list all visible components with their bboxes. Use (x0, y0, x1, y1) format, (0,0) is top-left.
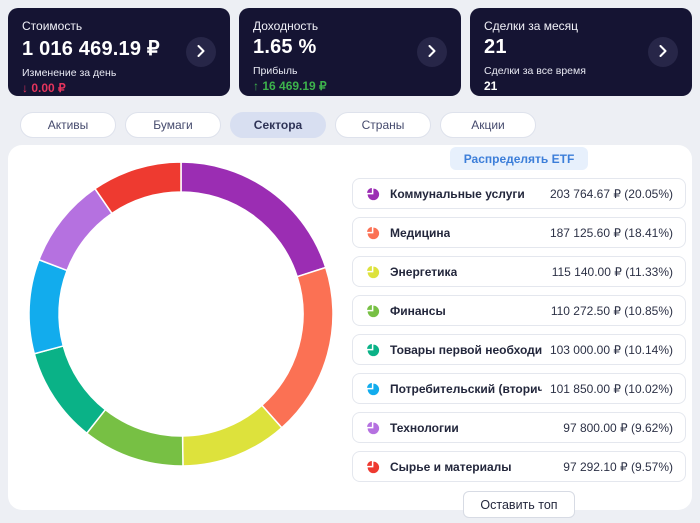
card-title: Сделки за месяц (484, 19, 579, 33)
sector-value: 103 000.00 ₽ (10.14%) (549, 342, 673, 357)
sector-row[interactable]: Медицина 187 125.60 ₽ (18.41%) (352, 217, 686, 248)
pie-chart-icon (365, 303, 380, 318)
sector-row[interactable]: Финансы 110 272.50 ₽ (10.85%) (352, 295, 686, 326)
sector-row[interactable]: Потребительский (вторичн... 101 850.00 ₽… (352, 373, 686, 404)
sector-label: Коммунальные услуги (390, 186, 525, 201)
sector-label: Финансы (390, 303, 446, 318)
card-details-button[interactable] (648, 37, 678, 67)
card-title: Доходность (253, 19, 319, 33)
pie-chart-icon (365, 225, 380, 240)
card-details-button[interactable] (186, 37, 216, 67)
sector-value: 187 125.60 ₽ (18.41%) (549, 225, 673, 240)
portfolio-dashboard: Стоимость 1 016 469.19 ₽ Изменение за де… (0, 0, 700, 523)
keep-top-button[interactable]: Оставить топ (463, 491, 575, 518)
card-yield: Доходность 1.65 % Прибыль ↑ 16 469.19 ₽ (239, 8, 461, 96)
card-sub-label: Изменение за день (22, 67, 117, 79)
chevron-right-icon (197, 44, 205, 60)
content-panel: Распределять ETF Коммунальные услуги 203… (8, 145, 692, 518)
top-button-row: Оставить топ (352, 491, 686, 518)
card-sub-label: Прибыль (253, 65, 298, 77)
etf-button-row: Распределять ETF (352, 147, 686, 177)
card-sub-value: ↓ 0.00 ₽ (22, 81, 66, 95)
sector-value: 97 800.00 ₽ (9.62%) (563, 420, 673, 435)
tab-countries[interactable]: Страны (335, 112, 431, 138)
pie-chart-icon (365, 186, 380, 201)
summary-cards: Стоимость 1 016 469.19 ₽ Изменение за де… (8, 8, 692, 96)
card-portfolio-value: Стоимость 1 016 469.19 ₽ Изменение за де… (8, 8, 230, 96)
category-tabs: Активы Бумаги Сектора Страны Акции (20, 112, 536, 138)
tab-sectors[interactable]: Сектора (230, 112, 326, 138)
distribute-etf-button[interactable]: Распределять ETF (449, 147, 589, 170)
card-title: Стоимость (22, 19, 83, 33)
card-sub-value: ↑ 16 469.19 ₽ (253, 79, 327, 93)
card-sub-value: 21 (484, 79, 498, 93)
sector-row[interactable]: Товары первой необходим... 103 000.00 ₽ … (352, 334, 686, 365)
card-details-button[interactable] (417, 37, 447, 67)
sector-label: Товары первой необходим... (390, 342, 542, 357)
sector-label: Сырье и материалы (390, 459, 512, 474)
sector-label: Энергетика (390, 264, 458, 279)
chevron-right-icon (428, 44, 436, 60)
sector-row[interactable]: Сырье и материалы 97 292.10 ₽ (9.57%) (352, 451, 686, 482)
sector-row[interactable]: Технологии 97 800.00 ₽ (9.62%) (352, 412, 686, 443)
sector-label: Потребительский (вторичн... (390, 381, 542, 396)
sector-row[interactable]: Энергетика 115 140.00 ₽ (11.33%) (352, 256, 686, 287)
sector-list: Коммунальные услуги 203 764.67 ₽ (20.05%… (352, 178, 686, 482)
sector-row[interactable]: Коммунальные услуги 203 764.67 ₽ (20.05%… (352, 178, 686, 209)
tab-assets[interactable]: Активы (20, 112, 116, 138)
sector-value: 203 764.67 ₽ (20.05%) (549, 186, 673, 201)
chevron-right-icon (659, 44, 667, 60)
sectors-donut-chart[interactable] (20, 153, 342, 475)
pie-chart-icon (365, 381, 380, 396)
card-deals-month: Сделки за месяц 21 Сделки за все время 2… (470, 8, 692, 96)
pie-chart-icon (365, 342, 380, 357)
card-sub-label: Сделки за все время (484, 65, 586, 77)
pie-chart-icon (365, 420, 380, 435)
tab-securities[interactable]: Бумаги (125, 112, 221, 138)
sector-label: Медицина (390, 225, 451, 240)
pie-chart-icon (365, 459, 380, 474)
sector-value: 97 292.10 ₽ (9.57%) (563, 459, 673, 474)
tab-stocks[interactable]: Акции (440, 112, 536, 138)
sector-value: 115 140.00 ₽ (11.33%) (551, 264, 673, 279)
pie-chart-icon (365, 264, 380, 279)
sectors-column: Распределять ETF Коммунальные услуги 203… (352, 147, 686, 518)
sector-value: 101 850.00 ₽ (10.02%) (549, 381, 673, 396)
sector-label: Технологии (390, 420, 459, 435)
sector-value: 110 272.50 ₽ (10.85%) (550, 303, 673, 318)
